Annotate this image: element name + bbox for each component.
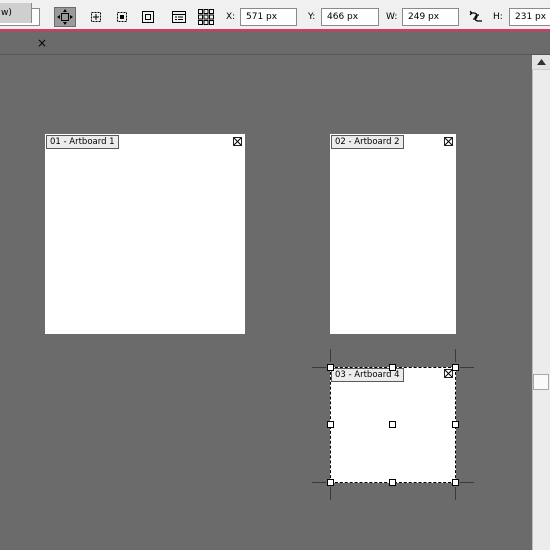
y-field[interactable]: 466 px bbox=[321, 8, 379, 26]
document-tab[interactable]: w) bbox=[0, 3, 32, 23]
artboard-bounds-icon[interactable] bbox=[138, 7, 158, 27]
close-tab-icon[interactable]: × bbox=[34, 34, 50, 52]
resize-handle-right[interactable] bbox=[452, 421, 459, 428]
control-bar: X: 571 px Y: 466 px W: 249 px H: 231 px bbox=[0, 0, 550, 31]
crop-mark bbox=[455, 487, 456, 500]
artboard-1[interactable]: 01 - Artboard 1 bbox=[45, 134, 245, 334]
h-field[interactable]: 231 px bbox=[509, 8, 550, 26]
crop-mark bbox=[460, 367, 474, 368]
reference-point-center[interactable] bbox=[389, 421, 396, 428]
new-artboard-icon[interactable] bbox=[86, 7, 106, 27]
crop-mark bbox=[460, 482, 474, 483]
resize-handle-left[interactable] bbox=[327, 421, 334, 428]
x-label: X: bbox=[226, 12, 236, 22]
h-label: H: bbox=[493, 12, 503, 22]
resize-handle-top-right[interactable] bbox=[452, 364, 459, 371]
artboard-label: 02 - Artboard 2 bbox=[331, 135, 404, 149]
resize-handle-bottom-left[interactable] bbox=[327, 479, 334, 486]
w-field[interactable]: 249 px bbox=[402, 8, 459, 26]
resize-handle-top-left[interactable] bbox=[327, 364, 334, 371]
scrollbar-thumb[interactable] bbox=[533, 374, 549, 390]
move-artboard-icon[interactable] bbox=[54, 7, 76, 27]
vertical-scrollbar[interactable] bbox=[532, 55, 550, 550]
fit-artboard-icon[interactable] bbox=[112, 7, 132, 27]
crop-mark bbox=[312, 482, 326, 483]
artboard-close-icon[interactable] bbox=[444, 137, 453, 146]
resize-handle-bottom-right[interactable] bbox=[452, 479, 459, 486]
artboard-options-icon[interactable] bbox=[169, 7, 189, 27]
crop-mark bbox=[312, 367, 326, 368]
scroll-up-icon[interactable] bbox=[532, 55, 550, 70]
link-constrain-icon[interactable] bbox=[466, 7, 486, 27]
crop-mark bbox=[330, 487, 331, 500]
artboard-2[interactable]: 02 - Artboard 2 bbox=[330, 134, 456, 334]
resize-handle-bottom[interactable] bbox=[389, 479, 396, 486]
crop-mark bbox=[455, 349, 456, 362]
y-label: Y: bbox=[308, 12, 316, 22]
x-field[interactable]: 571 px bbox=[240, 8, 297, 26]
w-label: W: bbox=[386, 12, 398, 22]
crop-mark bbox=[330, 349, 331, 362]
artboard-label: 01 - Artboard 1 bbox=[46, 135, 119, 149]
rearrange-grid-icon[interactable] bbox=[196, 7, 216, 27]
artboard-close-icon[interactable] bbox=[233, 137, 242, 146]
document-tab-bar bbox=[0, 31, 550, 55]
resize-handle-top[interactable] bbox=[389, 364, 396, 371]
